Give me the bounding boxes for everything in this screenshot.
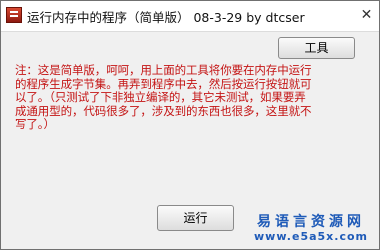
watermark-logo: 易语言资源网 www.e5a5x.com	[251, 214, 371, 243]
notice-line: 注：这是简单版，呵呵，用上面的工具将你要在内存中运行	[15, 63, 312, 77]
notice-line: 的程序生成字节集。再弄到程序中去，然后按运行按钮就可	[15, 76, 312, 91]
title-bar[interactable]: 运行内存中的程序（简单版） 08-3-29 by dtcser ✕	[1, 1, 379, 32]
watermark-url: www.e5a5x.com	[254, 230, 368, 243]
notice-line: 以了。（只测试了下非独立编译的，其它未测试，如果要弄	[15, 90, 306, 104]
main-window: 运行内存中的程序（简单版） 08-3-29 by dtcser ✕ 工具 注：这…	[0, 0, 380, 250]
app-icon	[6, 7, 22, 23]
window-title: 运行内存中的程序（简单版） 08-3-29 by dtcser	[27, 10, 305, 25]
run-button[interactable]: 运行	[157, 205, 234, 231]
notice-line: 写了。）	[15, 117, 55, 131]
watermark-title: 易语言资源网	[257, 214, 365, 230]
tools-button[interactable]: 工具	[278, 37, 355, 59]
notice-line: 成通用型的，代码很多了，涉及到的东西也很多，这里就不	[15, 103, 312, 118]
close-button[interactable]: ✕	[358, 7, 375, 24]
notice-text: 注：这是简单版，呵呵，用上面的工具将你要在内存中运行 的程序生成字节集。再弄到程…	[15, 63, 367, 132]
